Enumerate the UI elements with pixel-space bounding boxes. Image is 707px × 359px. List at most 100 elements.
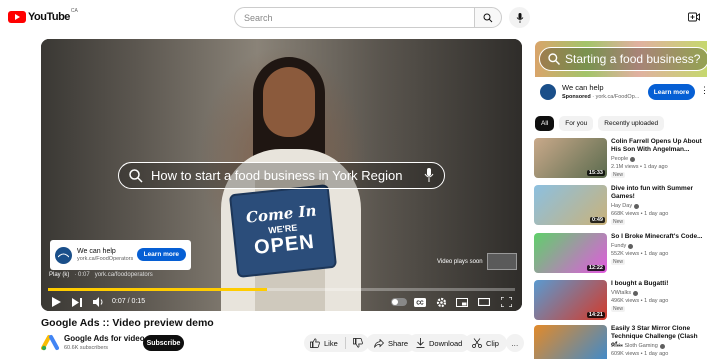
learn-more-button[interactable]: Learn more: [136, 248, 186, 261]
upcoming-video-thumbnail: [486, 253, 517, 270]
subscribe-button[interactable]: Subscribe: [143, 335, 184, 351]
progress-fill: [48, 288, 268, 291]
time-display: 0:07 / 0:15: [112, 298, 146, 305]
video-player[interactable]: Come In WE'RE OPEN How to start a food b…: [41, 39, 522, 311]
video-title[interactable]: So I Broke Minecraft's Code...: [611, 233, 707, 241]
theater-mode-button[interactable]: [477, 295, 491, 309]
ad-info-url[interactable]: york.ca/foodoperators: [95, 272, 153, 278]
recommended-video[interactable]: 12:22 So I Broke Minecraft's Code... Fundy…: [534, 233, 707, 273]
video-meta: 496K views • 1 day ago: [611, 298, 669, 304]
channel-name[interactable]: Hay Day: [611, 203, 640, 209]
video-title[interactable]: Dive into fun with Summer Games!: [611, 185, 707, 201]
top-bar: YouTube CA Search: [0, 0, 707, 34]
like-button[interactable]: Like: [324, 339, 338, 348]
play-button[interactable]: [49, 295, 63, 309]
channel-avatar[interactable]: [41, 333, 59, 351]
ad-card[interactable]: We can help york.ca/FoodOperators Learn …: [50, 240, 191, 270]
more-options-icon[interactable]: ⋮: [700, 85, 707, 96]
channel-name-text: Hay Day: [611, 203, 633, 209]
chip-all[interactable]: All: [535, 116, 555, 131]
create-button[interactable]: [686, 9, 702, 25]
download-icon: [416, 338, 425, 348]
new-badge: New: [611, 219, 626, 225]
video-camera-plus-icon: [688, 12, 700, 22]
svg-text:CC: CC: [416, 300, 424, 306]
search-button[interactable]: [474, 7, 502, 28]
video-title[interactable]: Colin Farrell Opens Up About His Son Wit…: [611, 138, 707, 154]
logo-text: YouTube: [28, 11, 70, 23]
channel-name[interactable]: Google Ads for video: [64, 334, 153, 343]
channel-name-text: Judo Sloth Gaming: [611, 343, 658, 349]
video-plays-soon[interactable]: Video plays soon: [437, 253, 517, 270]
progress-bar[interactable]: [48, 288, 515, 291]
open-sign: Come In WE'RE OPEN: [228, 184, 338, 278]
download-button[interactable]: Download: [408, 334, 471, 352]
overlay-search-graphic: How to start a food business in York Reg…: [118, 162, 445, 189]
download-label: Download: [429, 338, 463, 348]
theater-icon: [478, 298, 490, 306]
mic-icon: [424, 168, 434, 182]
video-thumbnail[interactable]: [534, 325, 607, 359]
search-input[interactable]: Search: [234, 7, 474, 28]
video-meta: 609K views • 1 day ago: [611, 351, 669, 357]
clip-button[interactable]: Clip: [464, 334, 507, 352]
thumbs-up-icon[interactable]: [310, 338, 320, 348]
video-title[interactable]: I bought a Bugatti!: [611, 280, 707, 288]
verified-icon: [628, 243, 634, 249]
play-tooltip: Play (k): [49, 272, 70, 278]
video-meta: 552K views • 1 day ago: [611, 251, 669, 257]
ad-info: Play (k) · 0:07 york.ca/foodoperators: [49, 272, 153, 278]
volume-icon: [92, 297, 102, 307]
channel-name[interactable]: Judo Sloth Gaming: [611, 343, 665, 349]
ad-label: · 0:07: [74, 272, 90, 278]
overlay-search-text: How to start a food business in York Reg…: [151, 168, 403, 183]
recommended-video[interactable]: 15:33 Colin Farrell Opens Up About His So…: [534, 138, 707, 178]
channel-name-text: Google Ads for video: [64, 334, 145, 343]
ad-url: york.ca/FoodOperators: [77, 256, 134, 262]
chip-for-you[interactable]: For you: [559, 116, 594, 131]
more-actions-button[interactable]: …: [506, 334, 524, 352]
sponsor-subtitle: Sponsored · york.ca/FoodOp...: [562, 94, 639, 100]
channel-name-text: People: [611, 156, 629, 162]
channel-name-text: VWtalks: [611, 290, 632, 296]
channel-name[interactable]: People: [611, 156, 636, 162]
york-logo-icon: [58, 253, 69, 258]
google-ads-logo-icon: [41, 335, 59, 351]
search-icon: [548, 53, 560, 65]
video-thumbnail[interactable]: 12:22: [534, 233, 607, 273]
captions-button[interactable]: CC: [413, 295, 427, 309]
video-thumbnail[interactable]: 15:33: [534, 138, 607, 178]
search-icon: [129, 168, 143, 183]
clip-label: Clip: [486, 338, 499, 348]
miniplayer-button[interactable]: [455, 295, 469, 309]
recommended-video[interactable]: Easily 3 Star Mirror Clone Technique Cha…: [534, 325, 707, 359]
channel-name[interactable]: Fundy: [611, 243, 634, 249]
player-controls: 0:07 / 0:15 CC: [41, 293, 522, 311]
learn-more-button[interactable]: Learn more: [648, 84, 695, 100]
settings-button[interactable]: [434, 295, 448, 309]
youtube-logo[interactable]: YouTube CA: [8, 8, 78, 23]
chip-recently-uploaded[interactable]: Recently uploaded: [598, 116, 665, 131]
voice-search-button[interactable]: [509, 7, 530, 28]
sponsored-ad-row[interactable]: We can help Sponsored · york.ca/FoodOp..…: [540, 83, 707, 101]
video-frame-face: [263, 67, 315, 137]
recommended-video[interactable]: 14:21 I bought a Bugatti! VWtalks 496K view…: [534, 280, 707, 320]
promo-search-graphic: Starting a food business?: [539, 47, 707, 71]
verified-icon: [633, 290, 639, 296]
thumbs-down-icon[interactable]: [352, 338, 363, 348]
next-button[interactable]: [70, 295, 84, 309]
more-actions-icon: …: [511, 338, 519, 348]
skip-next-icon: [72, 297, 82, 307]
sponsored-banner[interactable]: Starting a food business?: [535, 41, 707, 77]
channel-name[interactable]: VWtalks: [611, 290, 639, 296]
volume-button[interactable]: [91, 295, 105, 309]
recommended-video[interactable]: 0:49 Dive into fun with Summer Games! Hay …: [534, 185, 707, 225]
video-thumbnail[interactable]: 0:49: [534, 185, 607, 225]
fullscreen-button[interactable]: [499, 295, 513, 309]
logo-region: CA: [70, 8, 78, 14]
play-icon: [51, 297, 61, 307]
autoplay-toggle[interactable]: [391, 298, 407, 306]
sponsored-label: Sponsored: [562, 94, 591, 100]
video-thumbnail[interactable]: 14:21: [534, 280, 607, 320]
search-icon: [483, 13, 493, 22]
